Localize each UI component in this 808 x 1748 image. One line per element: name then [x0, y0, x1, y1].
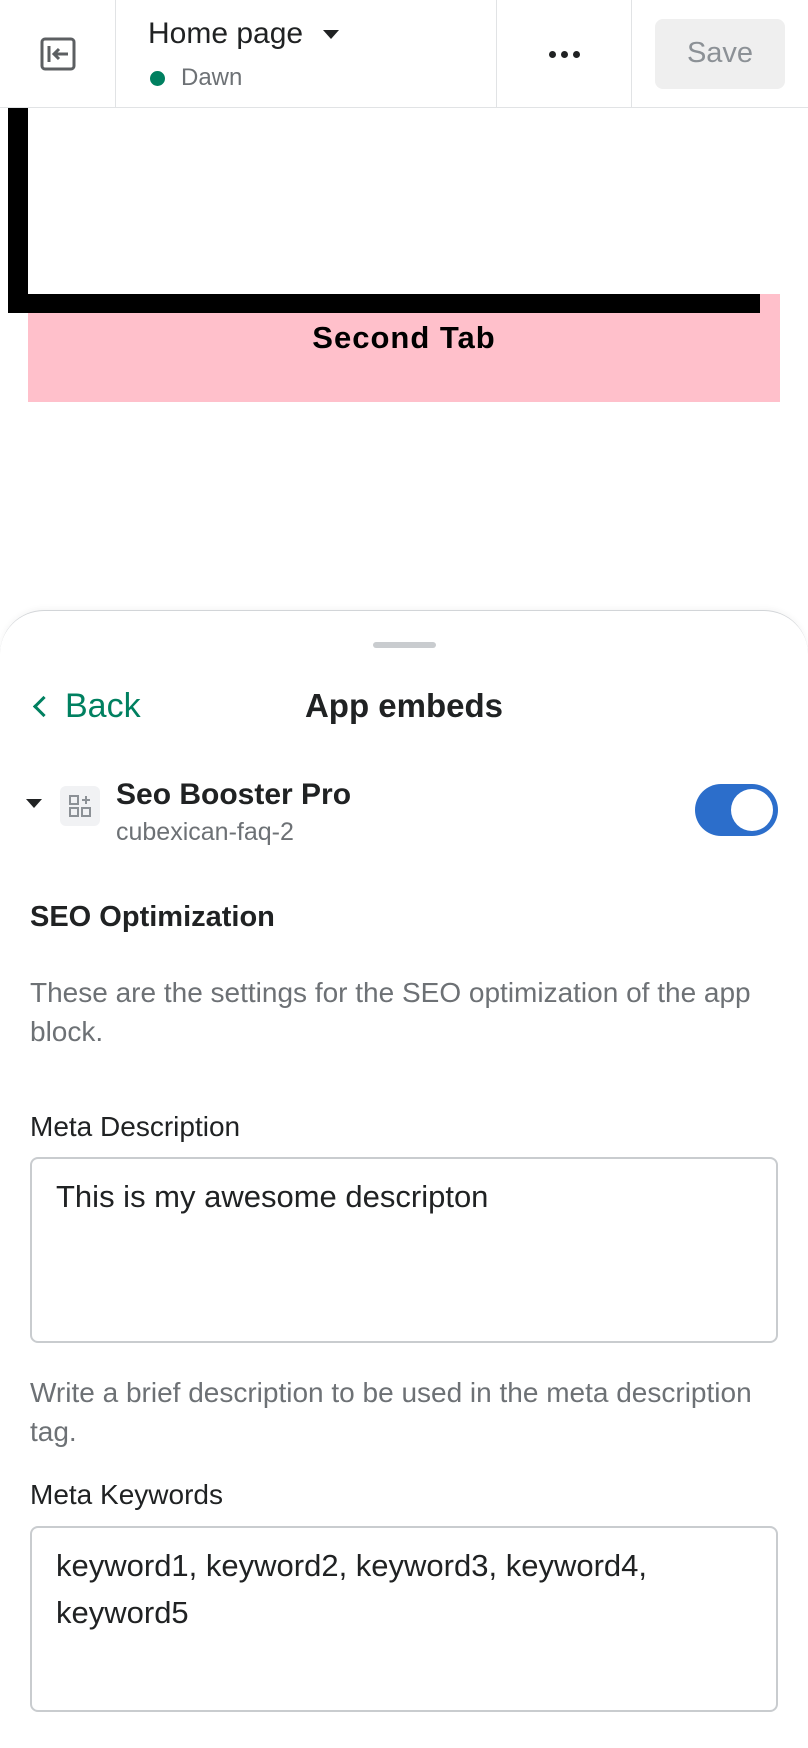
back-label: Back: [65, 686, 141, 725]
more-horizontal-icon: [548, 50, 556, 58]
app-embeds-sheet: App embeds Back Seo Booster Pro cubexica…: [0, 610, 808, 1748]
section-description: These are the settings for the SEO optim…: [30, 977, 751, 1047]
more-actions-button[interactable]: [497, 0, 632, 108]
meta-keywords-label: Meta Keywords: [30, 1479, 223, 1510]
page-selector[interactable]: Home page Dawn: [116, 0, 497, 108]
sheet-header: App embeds Back: [0, 676, 808, 736]
exit-button[interactable]: [0, 0, 116, 108]
preview-border-left: [8, 108, 28, 313]
toggle-knob: [731, 789, 773, 831]
caret-down-icon: [323, 29, 340, 39]
section-title: SEO Optimization: [30, 901, 275, 933]
collapse-caret-icon[interactable]: [26, 799, 42, 808]
editor-topbar: Home page Dawn Save: [0, 0, 808, 108]
page-title: Home page: [148, 17, 304, 50]
save-button[interactable]: Save: [655, 18, 785, 89]
chevron-left-icon: [32, 695, 55, 717]
preview-border-bottom: [8, 294, 760, 313]
meta-keywords-textarea[interactable]: keyword1, keyword2, keyword3, keyword4, …: [30, 1526, 778, 1712]
meta-description-help: Write a brief description to be used in …: [30, 1377, 752, 1447]
app-handle: cubexican-faq-2: [116, 818, 294, 846]
meta-description-textarea[interactable]: This is my awesome descripton: [30, 1157, 778, 1343]
meta-description-label: Meta Description: [30, 1111, 241, 1142]
app-block-icon: [60, 786, 100, 826]
sheet-drag-handle[interactable]: [373, 642, 436, 648]
theme-status-dot: [150, 70, 165, 86]
second-tab-label[interactable]: Second Tab: [28, 320, 780, 356]
store-preview: Second Tab: [0, 108, 808, 608]
theme-name: Dawn: [181, 64, 243, 91]
app-enabled-toggle[interactable]: [695, 784, 778, 836]
app-name: Seo Booster Pro: [116, 778, 352, 811]
app-embed-row: Seo Booster Pro cubexican-faq-2: [0, 766, 808, 856]
exit-icon: [40, 37, 75, 71]
back-button[interactable]: Back: [30, 676, 141, 736]
